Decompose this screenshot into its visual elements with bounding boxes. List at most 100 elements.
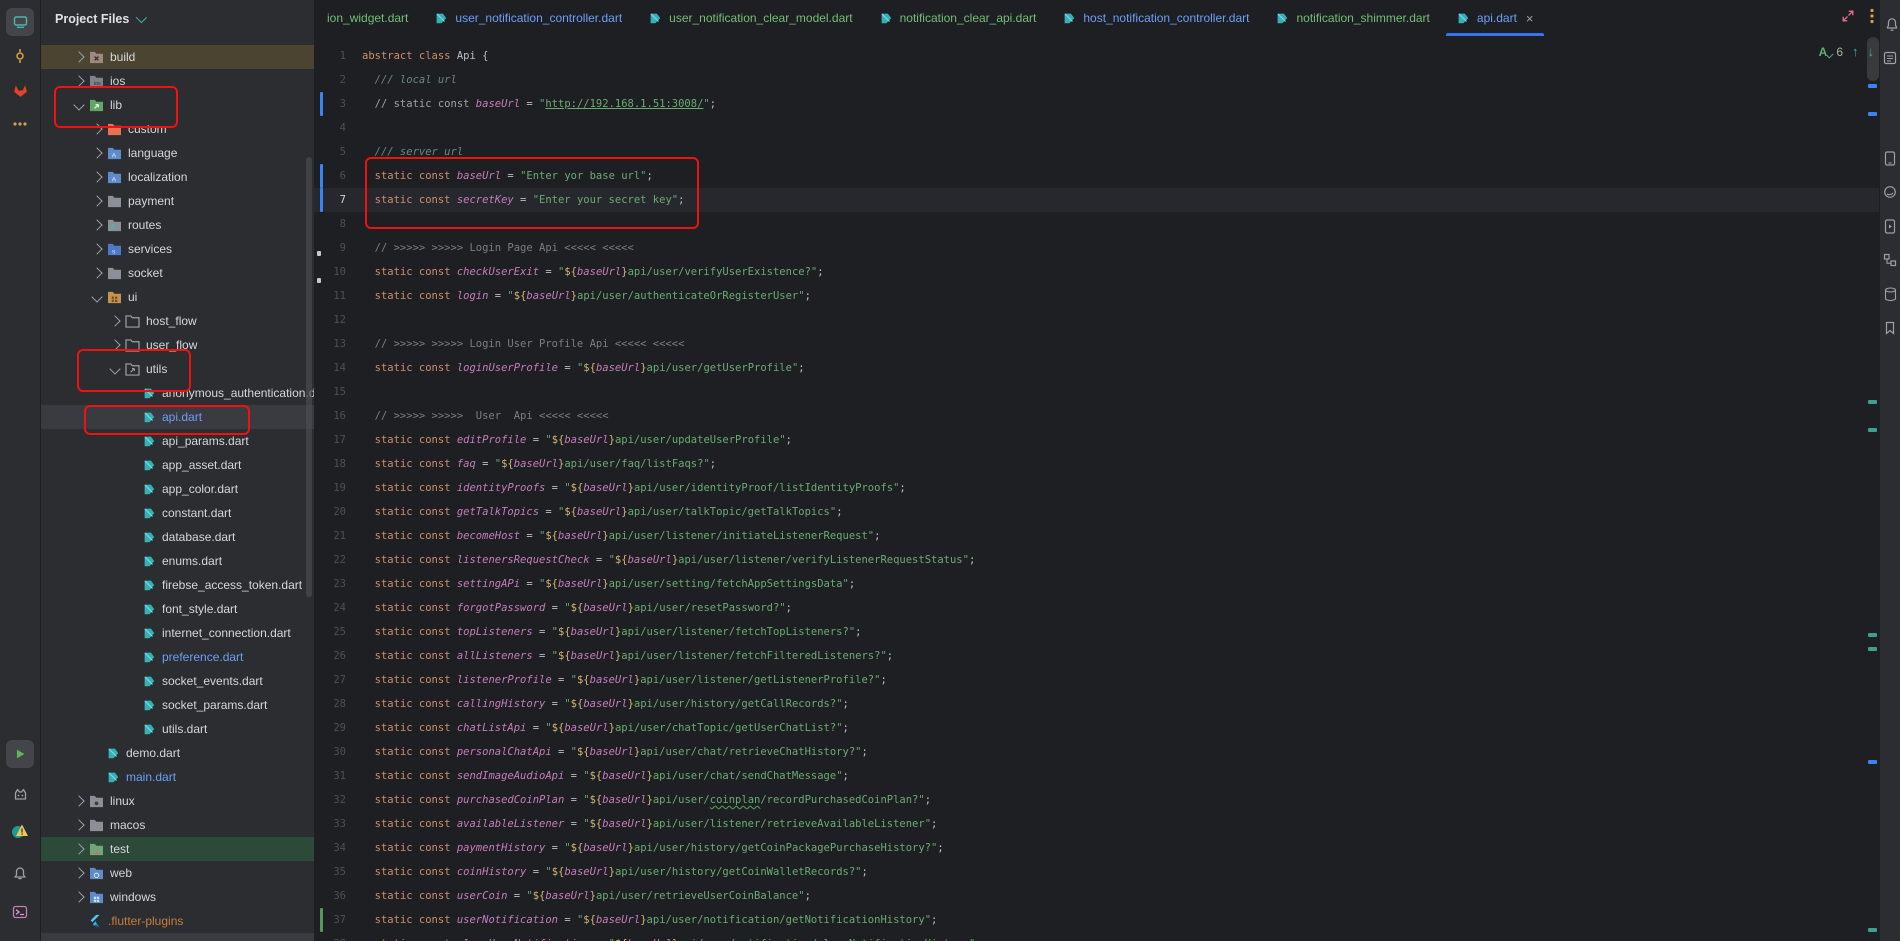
tree-item-app_asset.dart[interactable]: app_asset.dart xyxy=(40,453,314,477)
terminal-icon[interactable] xyxy=(6,898,34,926)
code-line: 28 static const callingHistory = "${base… xyxy=(314,692,1880,716)
code-line: 15 xyxy=(314,380,1880,404)
tree-item-web[interactable]: web xyxy=(40,861,314,885)
structure-icon[interactable] xyxy=(1882,252,1898,268)
close-tab-icon[interactable]: × xyxy=(1526,11,1534,26)
notification-list-icon[interactable] xyxy=(1882,50,1898,66)
tab-user_notification_controller.dart[interactable]: user_notification_controller.dart xyxy=(421,0,635,36)
tab-notification_clear_api.dart[interactable]: notification_clear_api.dart xyxy=(866,0,1050,36)
tab-notification_shimmer.dart[interactable]: notification_shimmer.dart xyxy=(1262,0,1442,36)
tree-item-demo.dart[interactable]: demo.dart xyxy=(40,741,314,765)
tree-item-label: custom xyxy=(128,122,167,136)
tree-item-app_color.dart[interactable]: app_color.dart xyxy=(40,477,314,501)
tree-item-database.dart[interactable]: database.dart xyxy=(40,525,314,549)
notifications-bell-icon[interactable] xyxy=(1884,16,1900,32)
tab-api.dart[interactable]: api.dart× xyxy=(1443,0,1547,36)
tree-item-label: .flutter-plugins xyxy=(108,914,183,928)
dart-analysis-problems-icon[interactable] xyxy=(6,816,34,844)
event-alarm-icon[interactable] xyxy=(6,858,34,886)
custom-icon xyxy=(107,123,122,136)
tree-item-.flutter-plugins[interactable]: .flutter-plugins xyxy=(40,909,314,933)
tree-item-internet_connection.dart[interactable]: internet_connection.dart xyxy=(40,621,314,645)
gradle-icon[interactable] xyxy=(1882,184,1898,200)
line-number: 18 xyxy=(314,452,346,476)
tree-item-test[interactable]: test xyxy=(40,837,314,861)
stripe-mark xyxy=(1868,112,1877,116)
project-view-selector[interactable]: Project Files xyxy=(40,0,314,38)
gitlab-icon[interactable] xyxy=(6,76,34,104)
code-line: 18 static const faq = "${baseUrl}api/use… xyxy=(314,452,1880,476)
tree-item-linux[interactable]: linux xyxy=(40,789,314,813)
line-number: 37 xyxy=(314,908,346,932)
tree-item-socket_events.dart[interactable]: socket_events.dart xyxy=(40,669,314,693)
tree-item-routes[interactable]: routes xyxy=(40,213,314,237)
expand-editor-icon[interactable] xyxy=(1841,9,1855,28)
tree-item-label: preference.dart xyxy=(162,650,243,664)
tree-item-lib[interactable]: lib xyxy=(40,93,314,117)
tree-item-custom[interactable]: custom xyxy=(40,117,314,141)
more-tool-windows-icon[interactable] xyxy=(6,110,34,138)
tree-item-label: user_flow xyxy=(146,338,197,352)
tree-item-socket_params.dart[interactable]: socket_params.dart xyxy=(40,693,314,717)
outline-icon xyxy=(125,315,140,328)
tree-item-firebse_access_token.dart[interactable]: firebse_access_token.dart xyxy=(40,573,314,597)
tree-item-label: constant.dart xyxy=(162,506,231,520)
tree-item-services[interactable]: sservices xyxy=(40,237,314,261)
project-tool-icon[interactable] xyxy=(6,8,34,36)
device-manager-icon[interactable] xyxy=(1882,150,1898,166)
tree-item-api.dart[interactable]: api.dart xyxy=(40,405,314,429)
line-number: 19 xyxy=(314,476,346,500)
tree-item-build[interactable]: build xyxy=(40,45,314,69)
line-number: 12 xyxy=(314,308,346,332)
code-editor[interactable]: 1abstract class Api {2 /// local url3 //… xyxy=(314,35,1880,941)
tree-item-ui[interactable]: ui xyxy=(40,285,314,309)
tree-item-label: app_asset.dart xyxy=(162,458,241,472)
outline-icon xyxy=(125,339,140,352)
tree-item-payment[interactable]: payment xyxy=(40,189,314,213)
tab-options-kebab-icon[interactable] xyxy=(1870,8,1874,29)
tree-item-localization[interactable]: Alocalization xyxy=(40,165,314,189)
tree-item-constant.dart[interactable]: constant.dart xyxy=(40,501,314,525)
line-number: 21 xyxy=(314,524,346,548)
tab-host_notification_controller.dart[interactable]: host_notification_controller.dart xyxy=(1049,0,1262,36)
code-line: 10 static const checkUserExit = "${baseU… xyxy=(314,260,1880,284)
tree-item-host_flow[interactable]: host_flow xyxy=(40,309,314,333)
tree-item-socket[interactable]: socket xyxy=(40,261,314,285)
tree-item-utils[interactable]: utils xyxy=(40,357,314,381)
line-number: 3 xyxy=(314,92,346,116)
tree-item-preference.dart[interactable]: preference.dart xyxy=(40,645,314,669)
utils-icon xyxy=(125,363,140,376)
tree-item-windows[interactable]: windows xyxy=(40,885,314,909)
code-line: 37 static const userNotification = "${ba… xyxy=(314,908,1880,932)
code-line: 19 static const identityProofs = "${base… xyxy=(314,476,1880,500)
running-devices-icon[interactable] xyxy=(1882,218,1898,234)
error-stripe[interactable] xyxy=(1866,35,1880,941)
commit-tool-icon[interactable] xyxy=(6,42,34,70)
assistant-cat-icon[interactable] xyxy=(6,780,34,808)
prev-problem-arrow[interactable]: ↑ xyxy=(1852,44,1859,59)
tree-item-anonymous_authentication.dart[interactable]: anonymous_authentication.dart xyxy=(40,381,314,405)
tree-item-language[interactable]: Alanguage xyxy=(40,141,314,165)
dart-icon xyxy=(142,698,156,712)
code-line: 11 static const login = "${baseUrl}api/u… xyxy=(314,284,1880,308)
run-tool-icon[interactable] xyxy=(6,740,34,768)
tree-item-utils.dart[interactable]: utils.dart xyxy=(40,717,314,741)
tree-item-partial[interactable] xyxy=(40,933,314,941)
database-icon[interactable] xyxy=(1882,286,1898,302)
tree-item-ios[interactable]: iosios xyxy=(40,69,314,93)
chevron-down-icon xyxy=(73,99,84,110)
inspections-widget[interactable]: A 6 ↑ ↓ xyxy=(1819,44,1874,59)
next-problem-arrow[interactable]: ↓ xyxy=(1868,44,1875,59)
tab-user_notification_clear_model.dart[interactable]: user_notification_clear_model.dart xyxy=(635,0,865,36)
tree-item-main.dart[interactable]: main.dart xyxy=(40,765,314,789)
tree-item-user_flow[interactable]: user_flow xyxy=(40,333,314,357)
tree-item-api_params.dart[interactable]: api_params.dart xyxy=(40,429,314,453)
tree-item-font_style.dart[interactable]: font_style.dart xyxy=(40,597,314,621)
dart-file-icon xyxy=(648,11,662,25)
tree-item-macos[interactable]: macos xyxy=(40,813,314,837)
bookmarks-icon[interactable] xyxy=(1882,320,1898,336)
project-tree-scrollbar[interactable] xyxy=(306,157,312,597)
dart-icon xyxy=(142,602,156,616)
tab-ion_widget.dart[interactable]: ion_widget.dart xyxy=(314,0,421,36)
tree-item-enums.dart[interactable]: enums.dart xyxy=(40,549,314,573)
